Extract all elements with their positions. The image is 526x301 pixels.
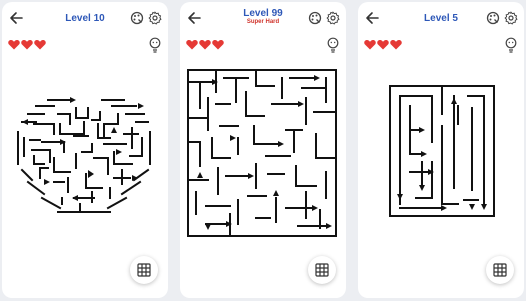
lightbulb-icon[interactable] bbox=[504, 37, 518, 53]
top-bar: Level 10 bbox=[2, 2, 168, 36]
screen-level-5: Level 5 bbox=[358, 2, 524, 298]
grid-icon bbox=[315, 263, 329, 277]
grid-icon bbox=[493, 263, 507, 277]
palette-icon[interactable] bbox=[486, 11, 500, 25]
screen-level-10: Level 10 bbox=[2, 2, 168, 298]
gear-icon[interactable] bbox=[504, 11, 518, 25]
heart-icon bbox=[199, 40, 211, 50]
screen-level-99: Level 99 Super Hard bbox=[180, 2, 346, 298]
gear-icon[interactable] bbox=[326, 11, 340, 25]
heart-icon bbox=[390, 40, 402, 50]
top-bar: Level 99 Super Hard bbox=[180, 2, 346, 36]
heart-icon bbox=[34, 40, 46, 50]
top-bar: Level 5 bbox=[358, 2, 524, 36]
lives bbox=[186, 39, 224, 51]
heart-icon bbox=[21, 40, 33, 50]
level-grid-button[interactable] bbox=[130, 256, 158, 284]
heart-maze[interactable] bbox=[14, 94, 154, 214]
gear-icon[interactable] bbox=[148, 11, 162, 25]
heart-icon bbox=[364, 40, 376, 50]
heart-icon bbox=[212, 40, 224, 50]
rectangle-maze[interactable] bbox=[388, 84, 498, 218]
lightbulb-icon[interactable] bbox=[148, 37, 162, 53]
lightbulb-icon[interactable] bbox=[326, 37, 340, 53]
grid-icon bbox=[137, 263, 151, 277]
heart-icon bbox=[377, 40, 389, 50]
heart-icon bbox=[8, 40, 20, 50]
palette-icon[interactable] bbox=[130, 11, 144, 25]
lives bbox=[364, 39, 402, 51]
palette-icon[interactable] bbox=[308, 11, 322, 25]
lives bbox=[8, 39, 46, 51]
level-grid-button[interactable] bbox=[308, 256, 336, 284]
heart-icon bbox=[186, 40, 198, 50]
level-grid-button[interactable] bbox=[486, 256, 514, 284]
square-maze[interactable] bbox=[186, 68, 338, 238]
